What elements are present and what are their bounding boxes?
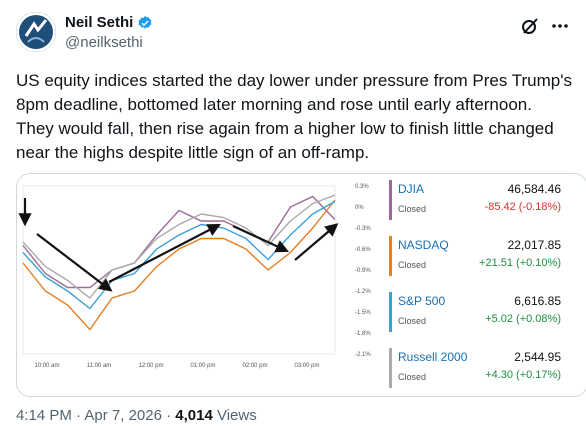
quote-status: Closed [398, 372, 427, 382]
views-label: Views [212, 407, 257, 424]
quote-change: +21.51 (+0.10%) [479, 257, 561, 269]
series-color-bar [389, 292, 392, 332]
series-color-bar [389, 236, 392, 276]
quote-price: 22,017.85 [507, 238, 561, 252]
series-line-djia [22, 195, 336, 289]
series-color-bar [389, 348, 392, 388]
quote-status: Closed [398, 260, 427, 270]
quote-change: +5.02 (+0.08%) [485, 313, 561, 325]
quote-price: 6,616.85 [514, 294, 561, 308]
y-tick-label: -0.3% [355, 226, 371, 232]
quote-row-djia: DJIA Closed 46,584.46 -85.42 (-0.18%) [387, 174, 586, 224]
quote-row-russell-2000: Russell 2000 Closed 2,544.95 +4.30 (+0.17%) [387, 342, 586, 392]
quote-row-s-p-500: S&P 500 Closed 6,616.85 +5.02 (+0.08%) [387, 286, 586, 336]
post-meta: 4:14 PM · Apr 7, 2026 · 4,014 Views [16, 407, 257, 424]
y-tick-label: 0.3% [355, 184, 369, 190]
annotation-arrow [36, 233, 113, 292]
x-tick-label: 11:00 am [87, 363, 112, 369]
quote-status: Closed [398, 316, 427, 326]
series-color-bar [389, 180, 392, 220]
x-tick-label: 12:00 pm [138, 363, 163, 369]
y-tick-label: -1.5% [355, 310, 371, 316]
quote-symbol: S&P 500 [398, 294, 446, 308]
avatar-logo-icon [16, 12, 56, 52]
intraday-line-chart: 0.3% 0% -0.3% -0.6% -0.9% -1.2% -1.5% -1.8% -2.1… [18, 184, 371, 369]
quote-change: +4.30 (+0.17%) [485, 369, 561, 381]
y-tick-label: 0% [355, 205, 364, 211]
quote-symbol: Russell 2000 [398, 350, 468, 364]
post-header: Neil Sethi @neilksethi [16, 12, 570, 56]
post-timestamp[interactable]: 4:14 PM · Apr 7, 2026 · [16, 407, 175, 424]
annotation-arrow [294, 223, 339, 261]
more-options-icon[interactable] [550, 18, 570, 34]
y-tick-label: -2.1% [355, 352, 371, 358]
views-count: 4,014 [175, 407, 213, 424]
quote-price: 2,544.95 [514, 350, 561, 364]
x-tick-label: 01:00 pm [190, 363, 215, 369]
quote-price: 46,584.46 [507, 182, 561, 196]
quote-status: Closed [398, 204, 427, 214]
y-tick-label: -0.9% [355, 268, 371, 274]
quote-symbol: DJIA [398, 182, 425, 196]
y-tick-label: -0.6% [355, 247, 371, 253]
index-quotes-panel: DJIA Closed 46,584.46 -85.42 (-0.18%) NASDAQ… [387, 174, 586, 396]
quote-change: -85.42 (-0.18%) [484, 201, 561, 213]
verified-badge-icon [138, 15, 152, 29]
y-tick-label: -1.2% [355, 289, 371, 295]
quote-symbol: NASDAQ [398, 238, 449, 252]
post-media-chart[interactable]: 0.3% 0% -0.3% -0.6% -0.9% -1.2% -1.5% -1.8% -2.1… [16, 173, 586, 397]
x-tick-label: 10:00 am [34, 363, 59, 369]
author-handle[interactable]: @neilksethi [65, 34, 143, 51]
post-text: US equity indices started the day lower … [16, 71, 577, 162]
x-tick-label: 02:00 pm [242, 363, 267, 369]
series-line-nasdaq [22, 199, 336, 331]
quote-row-nasdaq: NASDAQ Closed 22,017.85 +21.51 (+0.10%) [387, 230, 586, 280]
x-tick-label: 03:00 pm [294, 363, 319, 369]
grok-icon[interactable] [520, 16, 540, 36]
avatar[interactable] [16, 12, 56, 52]
author-name[interactable]: Neil Sethi [65, 14, 133, 31]
y-tick-label: -1.8% [355, 331, 371, 337]
